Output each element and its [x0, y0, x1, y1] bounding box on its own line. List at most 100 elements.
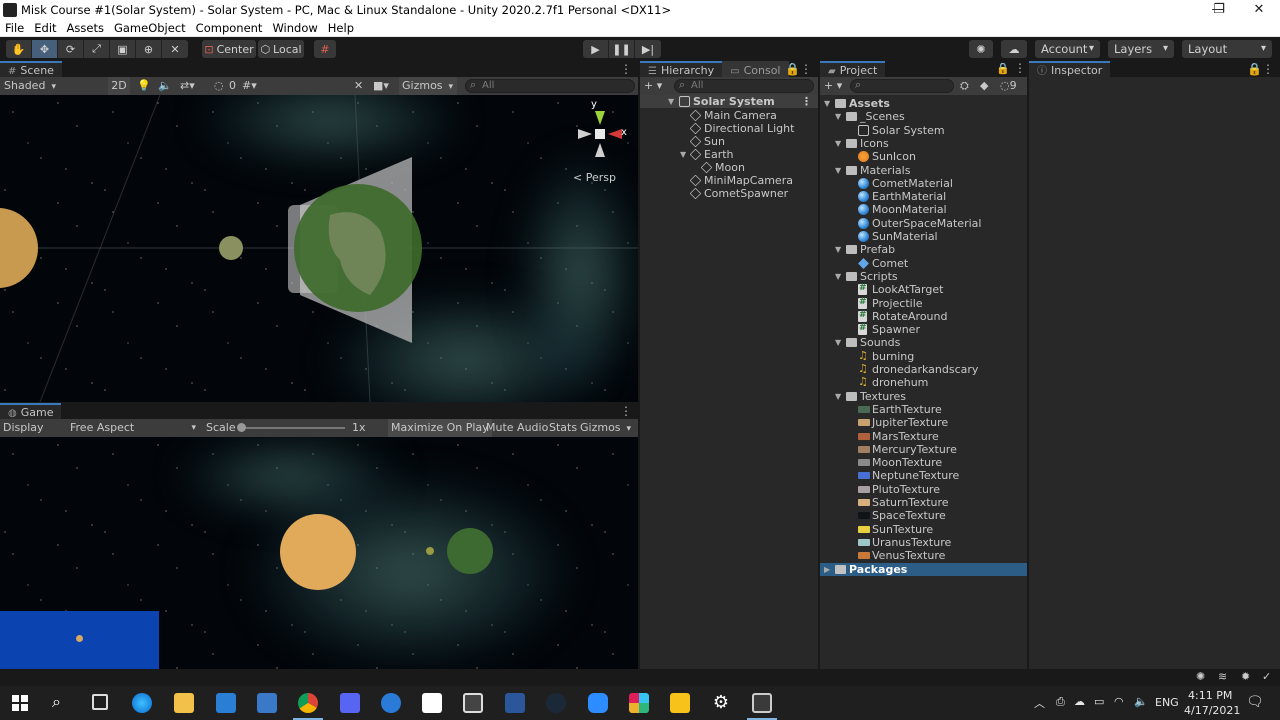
- project-asset-row[interactable]: EarthMaterial: [820, 190, 1027, 203]
- transform-tool-icon[interactable]: ⊕: [136, 40, 162, 58]
- inspector-lock-icon[interactable]: 🔒: [1247, 61, 1262, 77]
- notes-icon[interactable]: [670, 693, 690, 713]
- debug-icon[interactable]: ✹: [1241, 670, 1250, 683]
- hierarchy-menu-icon[interactable]: ⋮: [800, 61, 812, 77]
- tab-project[interactable]: ▰ Project: [820, 61, 886, 77]
- expand-arrow-icon[interactable]: ▼: [668, 95, 674, 108]
- tab-inspector[interactable]: ⓘ Inspector: [1029, 61, 1111, 77]
- project-asset-row[interactable]: CometMaterial: [820, 177, 1027, 190]
- project-asset-row[interactable]: ♫ burning: [820, 349, 1027, 363]
- layout-dropdown[interactable]: Layout: [1182, 40, 1272, 58]
- display-dropdown[interactable]: Display 1: [3, 419, 63, 452]
- project-asset-row[interactable]: SaturnTexture: [820, 496, 1027, 509]
- filter-label-icon[interactable]: ◆: [980, 77, 988, 95]
- wifi-icon[interactable]: ◠: [1114, 695, 1124, 720]
- project-folder-row[interactable]: ▼ Prefab: [820, 243, 1027, 256]
- menu-gameobject[interactable]: GameObject: [109, 21, 191, 35]
- create-icon[interactable]: + ▾: [824, 77, 842, 95]
- scene-search-input[interactable]: All: [465, 79, 635, 93]
- audio-icon[interactable]: 🔈: [158, 77, 172, 95]
- project-asset-row[interactable]: MoonTexture: [820, 456, 1027, 469]
- expand-arrow-icon[interactable]: ▼: [680, 148, 686, 161]
- chrome-icon[interactable]: [298, 693, 318, 713]
- project-folder-row[interactable]: ▼ Scripts: [820, 270, 1027, 283]
- project-asset-row[interactable]: Solar System: [820, 124, 1027, 137]
- expand-arrow-icon[interactable]: ▼: [824, 97, 830, 110]
- settings-gear-icon[interactable]: ⚙: [711, 693, 731, 713]
- hierarchy-item[interactable]: MiniMapCamera: [640, 174, 818, 187]
- project-folder-row[interactable]: ▼ Textures: [820, 390, 1027, 403]
- packages-root-row[interactable]: ▶ Packages: [820, 562, 1027, 576]
- lighting-icon[interactable]: 💡: [137, 77, 151, 95]
- tab-console[interactable]: ▭ Consol: [722, 61, 789, 77]
- move-tool-icon[interactable]: ✥: [32, 40, 58, 58]
- collab-icon[interactable]: ✺: [969, 40, 993, 58]
- play-icon[interactable]: ▶: [583, 40, 609, 58]
- hierarchy-item[interactable]: ▼ Earth: [640, 148, 818, 161]
- menu-help[interactable]: Help: [323, 21, 359, 35]
- scene-menu-icon[interactable]: ⋮: [620, 61, 632, 77]
- sun-sphere[interactable]: [0, 208, 38, 288]
- project-asset-row[interactable]: SunIcon: [820, 150, 1027, 163]
- layers-dropdown[interactable]: Layers: [1108, 40, 1174, 58]
- project-asset-row[interactable]: ♫ dronehum: [820, 375, 1027, 389]
- project-asset-row[interactable]: Projectile: [820, 296, 1027, 310]
- project-asset-row[interactable]: JupiterTexture: [820, 416, 1027, 429]
- visibility-icon[interactable]: ◌: [214, 77, 224, 95]
- volume-icon[interactable]: 🔈: [1134, 695, 1148, 720]
- hierarchy-item[interactable]: Directional Light: [640, 122, 818, 135]
- project-asset-row[interactable]: RotateAround: [820, 309, 1027, 323]
- check-icon[interactable]: ✓: [1262, 670, 1271, 683]
- search-icon[interactable]: ⌕: [52, 692, 61, 712]
- expand-arrow-icon[interactable]: ▼: [835, 110, 841, 123]
- edge-icon[interactable]: [132, 693, 152, 713]
- maximize-on-play-button[interactable]: Maximize On Play: [388, 419, 492, 437]
- rotate-tool-icon[interactable]: ⟳: [58, 40, 84, 58]
- cloud-sync-icon[interactable]: ☁: [1074, 695, 1085, 720]
- rect-tool-icon[interactable]: ▣: [110, 40, 136, 58]
- azure-data-studio-icon[interactable]: [381, 693, 401, 713]
- expand-arrow-icon[interactable]: ▼: [835, 270, 841, 283]
- tab-scene[interactable]: # Scene: [0, 61, 62, 77]
- expand-arrow-icon[interactable]: ▼: [835, 164, 841, 177]
- windows-start-icon[interactable]: [12, 695, 28, 711]
- project-menu-icon[interactable]: ⋮: [1014, 61, 1026, 75]
- persp-label[interactable]: < Persp: [573, 171, 616, 184]
- project-asset-row[interactable]: Spawner: [820, 322, 1027, 336]
- aspect-dropdown[interactable]: Free Aspect ▾: [70, 419, 200, 437]
- hierarchy-item[interactable]: Sun: [640, 135, 818, 148]
- slack-icon[interactable]: [629, 693, 649, 713]
- visibility-icon[interactable]: ◌9: [1000, 77, 1017, 95]
- grid-toggle-icon[interactable]: #▾: [242, 77, 257, 95]
- scene-viewport[interactable]: y x < Persp: [0, 95, 638, 402]
- pivot-toggle-button[interactable]: ⊡ Center: [202, 40, 256, 58]
- meet-now-icon[interactable]: ⎙: [1056, 695, 1065, 720]
- grid-snap-button[interactable]: #: [314, 40, 336, 58]
- unity-icon[interactable]: [463, 693, 483, 713]
- progress-icon[interactable]: ≋: [1218, 670, 1227, 683]
- menu-window[interactable]: Window: [267, 21, 322, 35]
- zoom-icon[interactable]: [588, 693, 608, 713]
- expand-arrow-icon[interactable]: ▶: [824, 563, 830, 576]
- camera-icon[interactable]: ■▾: [373, 77, 389, 95]
- project-asset-row[interactable]: VenusTexture: [820, 549, 1027, 562]
- close-icon[interactable]: ✕: [1239, 0, 1279, 20]
- project-asset-row[interactable]: OuterSpaceMaterial: [820, 217, 1027, 230]
- menu-edit[interactable]: Edit: [29, 21, 61, 35]
- account-dropdown[interactable]: Account: [1035, 40, 1100, 58]
- unity-editor-taskbar-icon[interactable]: [752, 693, 772, 713]
- project-asset-row[interactable]: SpaceTexture: [820, 509, 1027, 522]
- tab-hierarchy[interactable]: ☰ Hierarchy: [640, 61, 723, 77]
- moon-sphere[interactable]: [219, 236, 243, 260]
- game-menu-icon[interactable]: ⋮: [620, 403, 632, 419]
- notifications-icon[interactable]: 🗨: [1246, 694, 1264, 720]
- project-asset-row[interactable]: LookAtTarget: [820, 282, 1027, 296]
- battery-icon[interactable]: ▭: [1094, 695, 1104, 720]
- stats-button[interactable]: Stats: [547, 419, 579, 437]
- orientation-gizmo[interactable]: y x < Persp: [570, 99, 630, 184]
- unity-hub-icon[interactable]: [422, 693, 442, 713]
- azure-icon[interactable]: [257, 693, 277, 713]
- project-asset-row[interactable]: UranusTexture: [820, 536, 1027, 549]
- hand-tool-icon[interactable]: ✋: [6, 40, 32, 58]
- clock-date[interactable]: 4/17/2021: [1184, 704, 1240, 720]
